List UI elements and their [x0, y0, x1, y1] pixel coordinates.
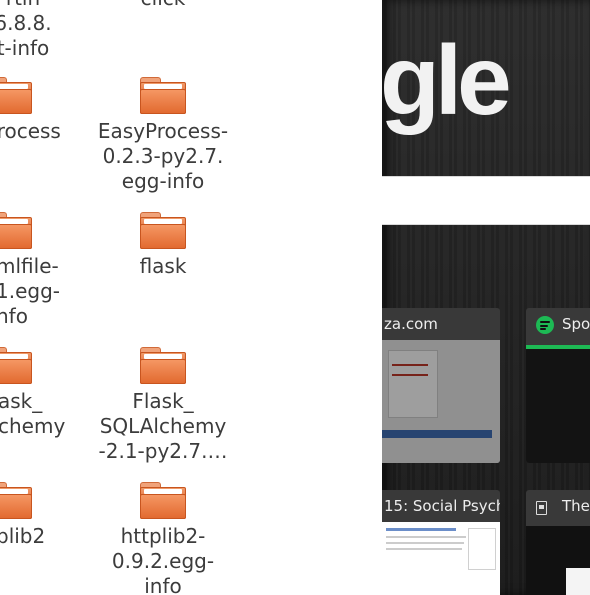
folder-label: click	[141, 0, 186, 10]
most-visited-tile[interactable]: Spo	[526, 308, 590, 463]
folder-label: flask	[139, 254, 187, 278]
folder-item[interactable]: process	[0, 119, 84, 144]
folder-label: process	[0, 119, 61, 143]
search-input[interactable]	[382, 176, 590, 225]
most-visited-tile[interactable]: The	[526, 490, 590, 595]
folder-label: Flask_ SQLAlchemy -2.1-py2.7.…	[98, 389, 228, 463]
folder-item[interactable]: ask_ chemy	[0, 389, 78, 439]
browser-new-tab-page: gle za.com Spo 15: Social Psych The	[382, 0, 590, 595]
folder-icon	[0, 77, 32, 114]
folder-icon	[140, 77, 186, 114]
tile-title: Spo	[562, 315, 590, 333]
most-visited-tile[interactable]: 15: Social Psych	[382, 490, 500, 595]
folder-item[interactable]: EasyProcess- 0.2.3-py2.7. egg-info	[90, 119, 236, 194]
file-manager-view: rtin 6.8.8. t-info click process EasyPro…	[0, 0, 382, 595]
tile-title: za.com	[384, 315, 438, 333]
folder-item[interactable]: rtin 6.8.8. t-info	[0, 0, 56, 61]
most-visited-tile[interactable]: za.com	[382, 308, 500, 463]
search-logo: gle	[382, 25, 512, 135]
folder-item[interactable]: click	[110, 0, 216, 11]
tile-title: The	[562, 497, 590, 515]
folder-icon	[140, 482, 186, 519]
folder-label: httplib2- 0.9.2.egg- info	[111, 524, 215, 595]
folder-label: ask_ chemy	[0, 389, 66, 438]
folder-icon	[0, 482, 32, 519]
folder-icon	[0, 347, 32, 384]
folder-icon	[140, 212, 186, 249]
folder-item[interactable]: Flask_ SQLAlchemy -2.1-py2.7.…	[90, 389, 236, 464]
folder-icon	[140, 347, 186, 384]
tile-thumbnail	[526, 526, 590, 595]
tile-thumbnail	[526, 349, 590, 463]
folder-item[interactable]: plib2	[0, 524, 56, 549]
folder-item[interactable]: mlfile- 1.egg- nfo	[0, 254, 72, 329]
folder-label: plib2	[0, 524, 46, 548]
folder-label: EasyProcess- 0.2.3-py2.7. egg-info	[97, 119, 229, 193]
folder-label: rtin 6.8.8. t-info	[0, 0, 52, 60]
tile-title: 15: Social Psych	[384, 497, 500, 515]
folder-item[interactable]: httplib2- 0.9.2.egg- info	[100, 524, 226, 595]
folder-label: mlfile- 1.egg- nfo	[0, 254, 60, 328]
tile-thumbnail	[382, 340, 500, 463]
folder-item[interactable]: flask	[110, 254, 216, 279]
folder-icon	[0, 212, 32, 249]
tile-thumbnail	[382, 522, 500, 595]
